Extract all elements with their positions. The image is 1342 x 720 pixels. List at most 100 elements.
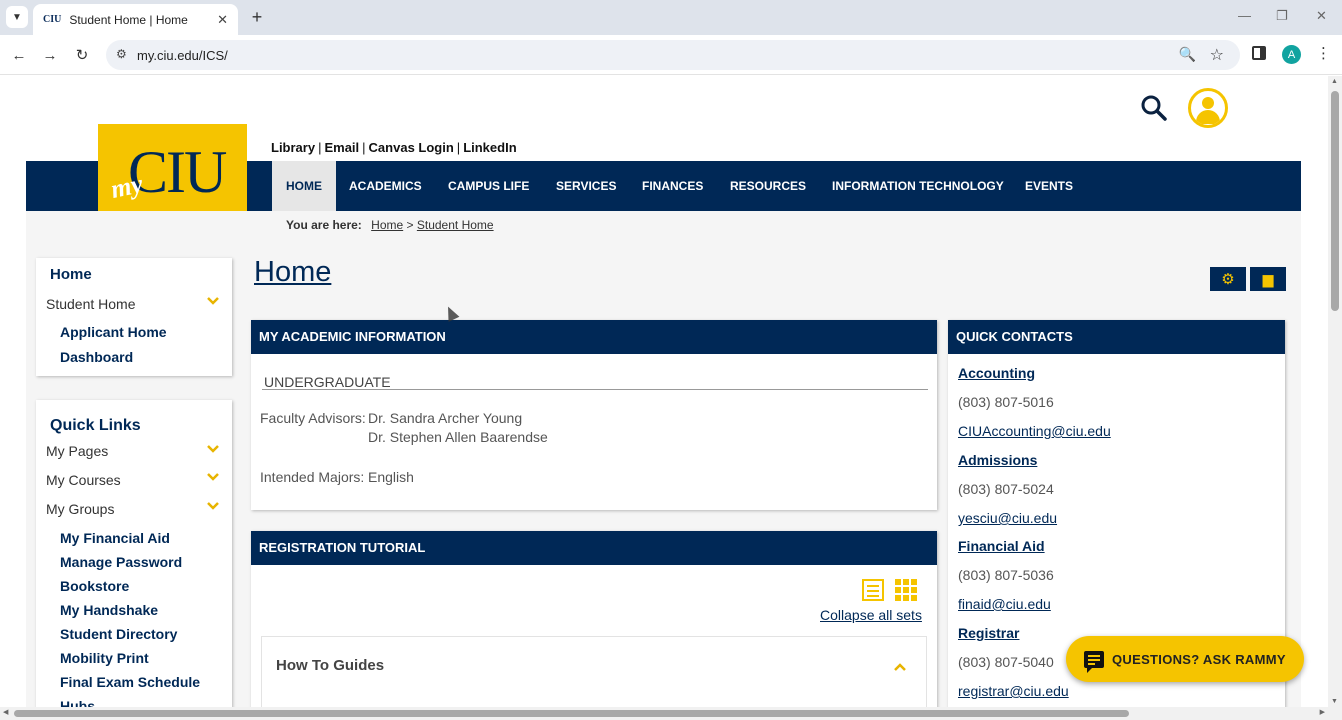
back-arrow-icon[interactable]: ← bbox=[8, 44, 30, 66]
vertical-scroll-thumb[interactable] bbox=[1331, 91, 1339, 311]
quick-contacts-header: QUICK CONTACTS bbox=[948, 320, 1285, 354]
new-tab-icon[interactable]: + bbox=[246, 6, 268, 28]
scroll-up-icon[interactable]: ▲ bbox=[1331, 78, 1338, 85]
reload-icon[interactable]: ↻ bbox=[71, 44, 93, 66]
chevron-down-icon[interactable] bbox=[207, 502, 219, 510]
canvas-login-link[interactable]: Canvas Login bbox=[369, 140, 454, 155]
contact-email-financial-aid[interactable]: finaid@ciu.edu bbox=[958, 596, 1051, 612]
quick-link-final-exam-schedule[interactable]: Final Exam Schedule bbox=[60, 674, 200, 690]
faculty-advisor-1: Dr. Sandra Archer Young bbox=[368, 410, 523, 426]
sidebar-student-home[interactable]: Student Home bbox=[46, 296, 136, 312]
bookmark-star-icon[interactable]: ☆ bbox=[1210, 45, 1224, 65]
user-account-icon[interactable] bbox=[1188, 88, 1228, 128]
chevron-down-icon[interactable] bbox=[207, 445, 219, 453]
gear-icon[interactable]: ⚙ bbox=[1210, 267, 1246, 291]
registration-tutorial-card: REGISTRATION TUTORIAL Collapse all sets … bbox=[251, 531, 937, 707]
zoom-icon[interactable]: 🔍 bbox=[1179, 46, 1196, 63]
contact-email-accounting[interactable]: CIUAccounting@ciu.edu bbox=[958, 423, 1111, 439]
quick-link-my-groups[interactable]: My Groups bbox=[46, 501, 114, 517]
quick-link-financial-aid[interactable]: My Financial Aid bbox=[60, 530, 170, 546]
chevron-down-icon[interactable] bbox=[207, 297, 219, 305]
forward-arrow-icon[interactable]: → bbox=[39, 44, 61, 66]
contact-phone-financial-aid: (803) 807-5036 bbox=[958, 567, 1054, 583]
scroll-left-icon[interactable]: ◀ bbox=[3, 708, 8, 716]
ciu-favicon-icon: CIU bbox=[43, 14, 62, 25]
print-icon[interactable]: ▆ bbox=[1250, 267, 1286, 291]
how-to-guides-title[interactable]: How To Guides bbox=[276, 657, 384, 674]
nav-events[interactable]: EVENTS bbox=[1025, 161, 1073, 211]
site-search-icon[interactable] bbox=[1140, 94, 1168, 122]
browser-tabbar: ▼ CIU Student Home | Home ✕ + — ❐ ✕ bbox=[0, 0, 1342, 35]
top-links: Library | Email | Canvas Login | LinkedIn bbox=[271, 140, 517, 155]
academic-level: UNDERGRADUATE bbox=[264, 374, 391, 390]
contact-email-admissions[interactable]: yesciu@ciu.edu bbox=[958, 510, 1057, 526]
contact-name-admissions[interactable]: Admissions bbox=[958, 452, 1037, 468]
quick-link-manage-password[interactable]: Manage Password bbox=[60, 554, 182, 570]
minimize-icon[interactable]: — bbox=[1238, 8, 1251, 23]
registration-tutorial-header: REGISTRATION TUTORIAL bbox=[251, 531, 937, 565]
browser-toolbar: ← → ↻ ⚙ my.ciu.edu/ICS/ 🔍 ☆ A ⋮ bbox=[0, 35, 1342, 75]
quick-link-mobility-print[interactable]: Mobility Print bbox=[60, 650, 149, 666]
nav-resources[interactable]: RESOURCES bbox=[730, 161, 806, 211]
site-settings-icon[interactable]: ⚙ bbox=[116, 47, 127, 61]
contact-email-registrar[interactable]: registrar@ciu.edu bbox=[958, 683, 1069, 699]
sidebar-item-dashboard[interactable]: Dashboard bbox=[60, 349, 133, 365]
quick-link-handshake[interactable]: My Handshake bbox=[60, 602, 158, 618]
scroll-down-icon[interactable]: ▼ bbox=[1331, 698, 1338, 705]
profile-avatar[interactable]: A bbox=[1282, 45, 1301, 64]
side-panel-icon[interactable] bbox=[1252, 46, 1266, 60]
chevron-down-icon[interactable] bbox=[207, 473, 219, 481]
contact-name-financial-aid[interactable]: Financial Aid bbox=[958, 538, 1045, 554]
address-bar[interactable]: ⚙ my.ciu.edu/ICS/ 🔍 ☆ bbox=[106, 40, 1240, 70]
contact-phone-accounting: (803) 807-5016 bbox=[958, 394, 1054, 410]
breadcrumb-label: You are here: bbox=[286, 218, 362, 232]
contact-name-registrar[interactable]: Registrar bbox=[958, 625, 1019, 641]
library-link[interactable]: Library bbox=[271, 140, 315, 155]
nav-information-technology[interactable]: INFORMATION TECHNOLOGY bbox=[832, 161, 1004, 211]
quick-links-panel: Quick Links My Pages My Courses My Group… bbox=[36, 400, 232, 707]
how-to-guides-section[interactable]: How To Guides bbox=[261, 636, 927, 707]
quick-link-bookstore[interactable]: Bookstore bbox=[60, 578, 129, 594]
horizontal-scroll-thumb[interactable] bbox=[14, 710, 1129, 717]
restore-icon[interactable]: ❐ bbox=[1276, 8, 1288, 24]
ask-rammy-label: QUESTIONS? ASK RAMMY bbox=[1112, 651, 1286, 667]
divider bbox=[262, 389, 928, 390]
grid-view-icon[interactable] bbox=[895, 579, 917, 601]
scroll-right-icon[interactable]: ▶ bbox=[1320, 708, 1325, 716]
vertical-scrollbar[interactable]: ▲ ▼ bbox=[1328, 76, 1342, 707]
sidebar-item-applicant-home[interactable]: Applicant Home bbox=[60, 324, 167, 340]
sidebar-home-heading[interactable]: Home bbox=[50, 266, 92, 283]
nav-academics[interactable]: ACADEMICS bbox=[349, 161, 422, 211]
ask-rammy-button[interactable]: QUESTIONS? ASK RAMMY bbox=[1066, 636, 1304, 682]
horizontal-scrollbar[interactable]: ◀ ▶ bbox=[0, 707, 1342, 720]
nav-campus-life[interactable]: CAMPUS LIFE bbox=[448, 161, 529, 211]
breadcrumb-home-link[interactable]: Home bbox=[371, 218, 403, 232]
breadcrumb-current-link[interactable]: Student Home bbox=[417, 218, 494, 232]
chevron-up-icon[interactable] bbox=[894, 663, 906, 671]
collapse-all-sets-link[interactable]: Collapse all sets bbox=[820, 607, 922, 623]
nav-home[interactable]: HOME bbox=[272, 161, 336, 211]
sidebar-context-panel: Home Student Home Applicant Home Dashboa… bbox=[36, 258, 232, 376]
linkedin-link[interactable]: LinkedIn bbox=[463, 140, 516, 155]
tab-close-icon[interactable]: ✕ bbox=[217, 12, 228, 28]
page-viewport: Library | Email | Canvas Login | LinkedIn HOME… bbox=[0, 76, 1328, 707]
window-close-icon[interactable]: ✕ bbox=[1316, 8, 1327, 24]
tab-search-icon[interactable]: ▼ bbox=[6, 6, 28, 28]
contact-name-accounting[interactable]: Accounting bbox=[958, 365, 1035, 381]
quick-link-student-directory[interactable]: Student Directory bbox=[60, 626, 177, 642]
tab-title: Student Home | Home bbox=[69, 12, 188, 27]
nav-services[interactable]: SERVICES bbox=[556, 161, 616, 211]
quick-links-heading: Quick Links bbox=[50, 417, 141, 434]
list-view-icon[interactable] bbox=[862, 579, 884, 601]
browser-tab[interactable]: CIU Student Home | Home ✕ bbox=[33, 4, 238, 35]
email-link[interactable]: Email bbox=[324, 140, 359, 155]
contact-phone-admissions: (803) 807-5024 bbox=[958, 481, 1054, 497]
page-title[interactable]: Home bbox=[254, 256, 331, 289]
quick-link-my-pages[interactable]: My Pages bbox=[46, 443, 108, 459]
nav-finances[interactable]: FINANCES bbox=[642, 161, 703, 211]
faculty-advisor-2: Dr. Stephen Allen Baarendse bbox=[368, 429, 548, 445]
url-text[interactable]: my.ciu.edu/ICS/ bbox=[137, 48, 228, 63]
quick-link-hubs[interactable]: Hubs bbox=[60, 698, 95, 707]
browser-menu-icon[interactable]: ⋮ bbox=[1316, 44, 1331, 62]
quick-link-my-courses[interactable]: My Courses bbox=[46, 472, 121, 488]
